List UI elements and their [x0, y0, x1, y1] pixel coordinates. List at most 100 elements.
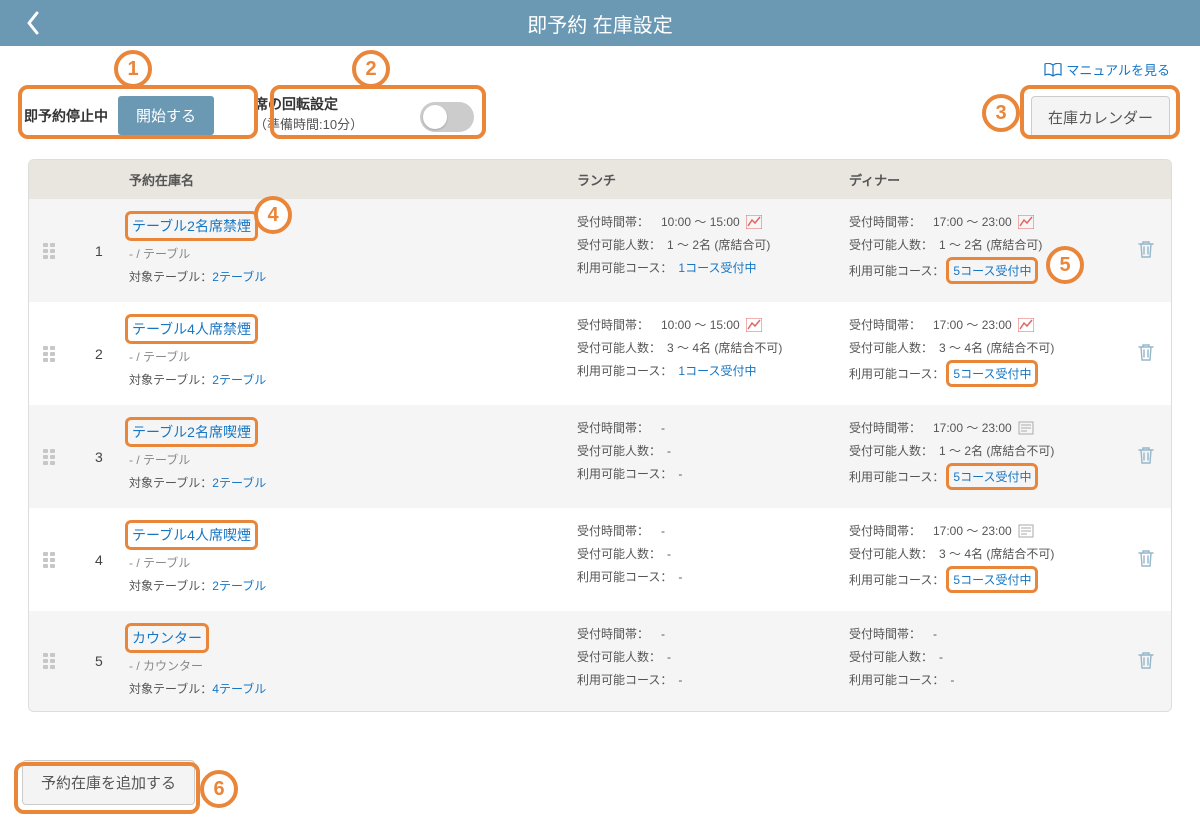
kv-capacity: 受付可能人数：-	[577, 442, 849, 459]
stock-subtext: - / テーブル	[129, 554, 577, 571]
toolbar: マニュアルを見る 即予約停止中 開始する 席の回転設定 （準備時間:10分） 在…	[0, 46, 1200, 149]
start-button[interactable]: 開始する	[118, 96, 214, 135]
lunch-col: 受付時間帯：-受付可能人数：-利用可能コース：-	[577, 419, 849, 494]
drag-handle[interactable]	[43, 449, 55, 465]
table-row: 3テーブル2名席喫煙- / テーブル対象テーブル：2テーブル受付時間帯：-受付可…	[29, 405, 1171, 508]
table-row: 1テーブル2名席禁煙- / テーブル対象テーブル：2テーブル受付時間帯：10:0…	[29, 199, 1171, 302]
value-capacity: 1 〜 2名 (席結合不可)	[939, 442, 1054, 459]
index-col: 2	[29, 316, 129, 391]
drag-handle[interactable]	[43, 243, 55, 259]
stock-table: 予約在庫名 ランチ ディナー 1テーブル2名席禁煙- / テーブル対象テーブル：…	[28, 159, 1172, 712]
value-time: 17:00 〜 23:00	[933, 316, 1012, 333]
toggle-thumb	[423, 105, 447, 129]
book-icon	[1044, 63, 1062, 77]
label-capacity: 受付可能人数：	[577, 339, 661, 356]
label-capacity: 受付可能人数：	[577, 648, 661, 665]
stock-name-link[interactable]: カウンター	[132, 628, 202, 648]
value-time: -	[661, 627, 665, 641]
stock-name-link[interactable]: テーブル2名席禁煙	[132, 216, 251, 236]
delete-button[interactable]	[1137, 650, 1155, 673]
label-capacity: 受付可能人数：	[849, 442, 933, 459]
target-table-link[interactable]: 2テーブル	[212, 579, 266, 593]
dinner-col: 受付時間帯：17:00 〜 23:00 受付可能人数：3 〜 4名 (席結合不可…	[849, 316, 1121, 391]
rotation-subtitle: （準備時間:10分）	[254, 114, 363, 133]
rotation-block: 席の回転設定 （準備時間:10分）	[254, 64, 363, 133]
drag-handle[interactable]	[43, 346, 55, 362]
label-course: 利用可能コース：	[577, 362, 672, 379]
stock-name-link[interactable]: テーブル2名席喫煙	[132, 422, 251, 442]
kv-course: 利用可能コース： 1コース受付中	[577, 362, 849, 379]
value-time: 17:00 〜 23:00	[933, 213, 1012, 230]
delete-button[interactable]	[1137, 548, 1155, 571]
label-course: 利用可能コース：	[577, 671, 672, 688]
delete-col	[1121, 213, 1171, 288]
target-table-link[interactable]: 2テーブル	[212, 373, 266, 387]
kv-course: 利用可能コース：5コース受付中	[849, 259, 1121, 282]
rotation-toggle[interactable]	[420, 102, 474, 132]
target-table-link[interactable]: 2テーブル	[212, 270, 266, 284]
index-col: 3	[29, 419, 129, 494]
stock-name-link[interactable]: テーブル4人席喫煙	[132, 525, 251, 545]
target-table-link[interactable]: 4テーブル	[212, 682, 266, 696]
stock-target: 対象テーブル：2テーブル	[129, 577, 577, 594]
kv-course: 利用可能コース：-	[577, 671, 849, 688]
value-capacity: -	[667, 444, 671, 458]
value-time: 10:00 〜 15:00	[661, 316, 740, 333]
kv-time: 受付時間帯：17:00 〜 23:00	[849, 213, 1121, 230]
kv-capacity: 受付可能人数： 1 〜 2名 (席結合不可)	[849, 442, 1121, 459]
manual-link[interactable]: マニュアルを見る	[1044, 60, 1170, 79]
kv-time: 受付時間帯：17:00 〜 23:00	[849, 419, 1121, 436]
value-time: -	[661, 524, 665, 538]
label-time: 受付時間帯：	[577, 316, 655, 333]
row-index: 3	[95, 449, 103, 465]
kv-time: 受付時間帯：17:00 〜 23:00	[849, 522, 1121, 539]
course-link[interactable]: 5コース受付中	[953, 264, 1031, 278]
delete-button[interactable]	[1137, 445, 1155, 468]
index-col: 1	[29, 213, 129, 288]
label-course: 利用可能コース：	[849, 571, 944, 588]
course-link[interactable]: 5コース受付中	[953, 573, 1031, 587]
note-icon	[1018, 421, 1034, 435]
back-button[interactable]	[18, 8, 48, 38]
kv-capacity: 受付可能人数：-	[849, 648, 1121, 665]
drag-handle[interactable]	[43, 552, 55, 568]
drag-handle[interactable]	[43, 653, 55, 669]
target-table-link[interactable]: 2テーブル	[212, 476, 266, 490]
table-row: 4テーブル4人席喫煙- / テーブル対象テーブル：2テーブル受付時間帯：-受付可…	[29, 508, 1171, 611]
kv-course: 利用可能コース：-	[577, 465, 849, 482]
delete-col	[1121, 522, 1171, 597]
value-capacity: 1 〜 2名 (席結合可)	[939, 236, 1042, 253]
dinner-col: 受付時間帯：17:00 〜 23:00 受付可能人数： 1 〜 2名 (席結合不可…	[849, 419, 1121, 494]
inventory-calendar-button[interactable]: 在庫カレンダー	[1031, 96, 1170, 139]
dinner-col: 受付時間帯：17:00 〜 23:00 受付可能人数：3 〜 4名 (席結合不可…	[849, 522, 1121, 597]
kv-capacity: 受付可能人数：1 〜 2名 (席結合可)	[849, 236, 1121, 253]
label-time: 受付時間帯：	[849, 419, 927, 436]
stock-info: テーブル4人席禁煙- / テーブル対象テーブル：2テーブル	[129, 316, 577, 391]
course-link[interactable]: 5コース受付中	[953, 470, 1031, 484]
trash-icon	[1137, 650, 1155, 670]
value-capacity: -	[667, 547, 671, 561]
row-index: 1	[95, 243, 103, 259]
stock-info: カウンター- / カウンター対象テーブル：4テーブル	[129, 625, 577, 697]
delete-button[interactable]	[1137, 342, 1155, 365]
trash-icon	[1137, 239, 1155, 259]
trash-icon	[1137, 445, 1155, 465]
add-stock-button[interactable]: 予約在庫を追加する	[22, 760, 195, 805]
label-capacity: 受付可能人数：	[577, 236, 661, 253]
label-time: 受付時間帯：	[849, 625, 927, 642]
course-link[interactable]: 1コース受付中	[678, 362, 756, 379]
label-course: 利用可能コース：	[849, 365, 944, 382]
kv-time: 受付時間帯：-	[577, 419, 849, 436]
course-link[interactable]: 1コース受付中	[678, 259, 756, 276]
kv-course: 利用可能コース：-	[849, 671, 1121, 688]
stock-name-link[interactable]: テーブル4人席禁煙	[132, 319, 251, 339]
value-capacity: -	[667, 650, 671, 664]
delete-button[interactable]	[1137, 239, 1155, 262]
label-time: 受付時間帯：	[849, 522, 927, 539]
label-time: 受付時間帯：	[577, 419, 655, 436]
table-row: 2テーブル4人席禁煙- / テーブル対象テーブル：2テーブル受付時間帯： 10:0…	[29, 302, 1171, 405]
lunch-col: 受付時間帯：10:00 〜 15:00 受付可能人数：1 〜 2名 (席結合可)…	[577, 213, 849, 288]
course-link: -	[950, 673, 954, 687]
page-title: 即予約 在庫設定	[527, 9, 673, 38]
course-link[interactable]: 5コース受付中	[953, 367, 1031, 381]
